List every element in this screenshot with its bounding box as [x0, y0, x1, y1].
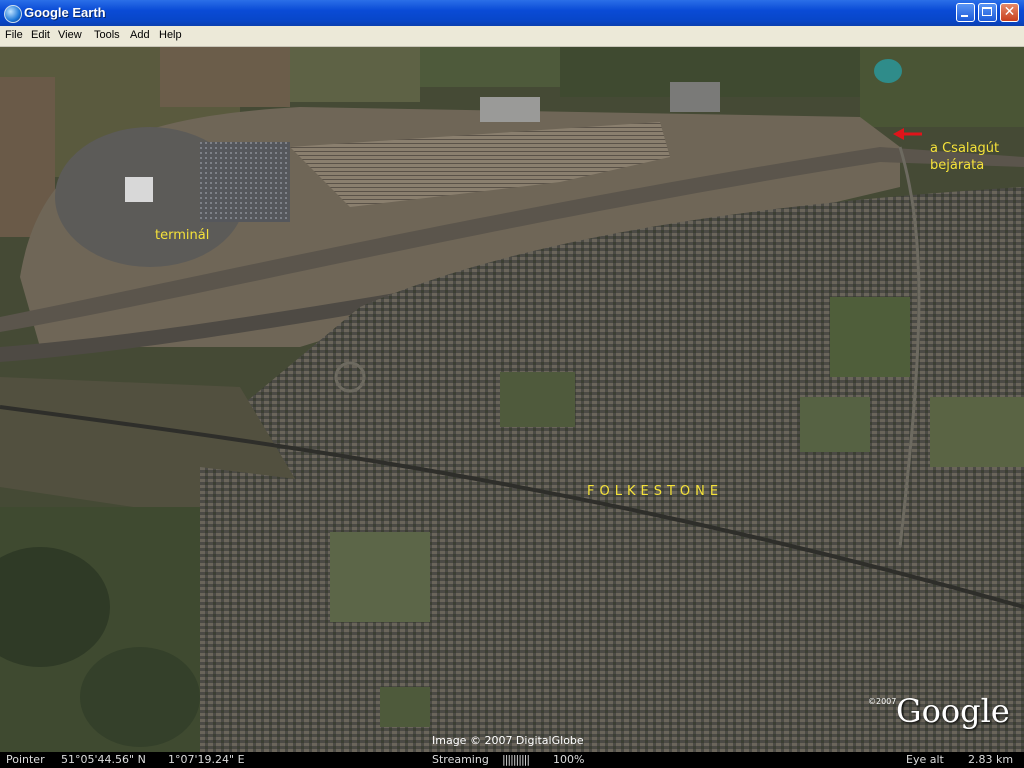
eye-altitude-label: Eye alt	[906, 753, 944, 766]
satellite-imagery	[0, 47, 1024, 752]
streaming-progress: ||||||||||	[502, 753, 530, 766]
menu-tools[interactable]: Tools	[93, 28, 121, 42]
restore-icon	[982, 7, 992, 16]
google-earth-app-icon[interactable]	[4, 5, 22, 23]
map-viewport[interactable]: terminál a Csalagút bejárata FOLKESTONE	[0, 47, 1024, 752]
town-label: FOLKESTONE	[587, 484, 724, 499]
pointer-latitude: 51°05'44.56" N	[61, 753, 146, 766]
menu-bar: File Edit View Tools Add Help	[0, 26, 1024, 47]
close-button[interactable]: ✕	[1000, 3, 1019, 22]
minimize-button[interactable]	[956, 3, 975, 22]
minimize-icon	[961, 15, 968, 17]
window-title: Google Earth	[24, 5, 106, 20]
pointer-label: Pointer	[6, 753, 45, 766]
close-icon: ✕	[1003, 4, 1016, 20]
restore-button[interactable]	[978, 3, 997, 22]
menu-add[interactable]: Add	[129, 28, 151, 42]
menu-view[interactable]: View	[57, 28, 83, 42]
eye-altitude-value: 2.83 km	[968, 753, 1014, 766]
menu-file[interactable]: File	[4, 28, 24, 42]
title-bar[interactable]: Google Earth ✕	[0, 0, 1024, 26]
imagery-copyright: Image © 2007 DigitalGlobe	[432, 734, 584, 747]
streaming-label: Streaming	[432, 753, 489, 766]
menu-edit[interactable]: Edit	[30, 28, 51, 42]
terminal-label: terminál	[155, 228, 210, 243]
tunnel-label-line2: bejárata	[930, 158, 985, 173]
logo-copyright-year: ©2007	[868, 697, 897, 706]
streaming-percent: 100%	[553, 753, 585, 766]
tunnel-label-line1: a Csalagút	[930, 141, 1000, 156]
status-bar: Pointer 51°05'44.56" N 1°07'19.24" E Str…	[0, 752, 1024, 768]
menu-help[interactable]: Help	[158, 28, 183, 42]
google-logo: Google	[896, 692, 1010, 730]
pointer-longitude: 1°07'19.24" E	[168, 753, 245, 766]
